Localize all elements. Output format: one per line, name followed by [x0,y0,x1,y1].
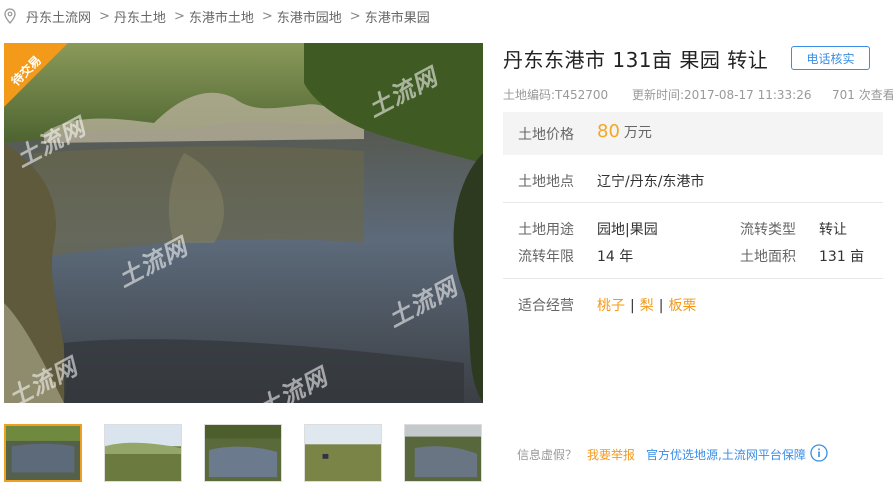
update-time: 更新时间:2017-08-17 11:33:26 [632,88,812,102]
fake-info-question: 信息虚假？ [517,448,578,462]
thumbnail-1[interactable] [4,424,82,482]
breadcrumb-orchard[interactable]: 东港市果园 [365,7,430,26]
usage-label: 土地用途 [518,222,574,238]
land-code: 土地编码:T452700 [503,88,609,102]
breadcrumb-county-land[interactable]: 东港市土地 [189,7,254,26]
phone-verify-button[interactable]: 电话核实 [791,46,870,70]
suitable-business-list: 桃子 | 梨 | 板栗 [597,295,696,315]
thumbnail-strip [4,424,482,482]
breadcrumb-separator: > [349,8,361,24]
suitable-item-peach[interactable]: 桃子 [597,298,625,314]
transfer-type-label: 流转类型 [740,222,796,238]
divider [503,202,883,203]
separator: | [630,298,635,314]
breadcrumb-garden-land[interactable]: 东港市园地 [277,7,342,26]
suitable-item-chestnut[interactable]: 板栗 [668,298,696,314]
thumbnail-2[interactable] [104,424,182,482]
breadcrumb-separator: > [261,8,273,24]
location-pin-icon [4,6,20,26]
price-number: 80 [597,121,620,142]
price-unit: 万元 [623,125,652,141]
suitable-item-pear[interactable]: 梨 [640,298,654,314]
area-value: 131 亩 [819,249,865,265]
thumbnail-3[interactable] [204,424,282,482]
view-count: 701 次查看 [832,88,893,102]
location-value: 辽宁/丹东/东港市 [597,174,705,190]
divider [503,278,883,279]
area-label: 土地面积 [740,249,796,265]
breadcrumb-separator: > [173,8,185,24]
breadcrumb-city-land[interactable]: 丹东土地 [114,7,166,26]
breadcrumb-separator: > [99,8,110,24]
years-value: 14 年 [597,249,634,265]
thumbnail-5[interactable] [404,424,482,482]
breadcrumb: 丹东土流网 > 丹东土地 > 东港市土地 > 东港市园地 > 东港市果园 [4,6,430,26]
breadcrumb-home[interactable]: 丹东土流网 [26,7,91,26]
listing-title: 丹东东港市 131亩 果园 转让 [503,48,769,72]
location-label: 土地地点 [518,174,574,190]
price-value: 80 万元 [597,121,652,142]
main-land-photo[interactable]: 待交易 土流网 土流网 土流网 土流网 土流网 土流网 [4,43,483,403]
report-link[interactable]: 我要举报 [587,446,635,463]
transfer-type-value: 转让 [819,222,847,238]
info-circle-icon[interactable] [810,444,828,462]
years-label: 流转年限 [518,249,574,265]
platform-guarantee: 官方优选地源,土流网平台保障 [646,448,806,462]
usage-value: 园地|果园 [597,222,658,238]
thumbnail-4[interactable] [304,424,382,482]
suitable-label: 适合经营 [518,298,574,314]
price-label: 土地价格 [518,127,574,143]
separator: | [658,298,664,314]
